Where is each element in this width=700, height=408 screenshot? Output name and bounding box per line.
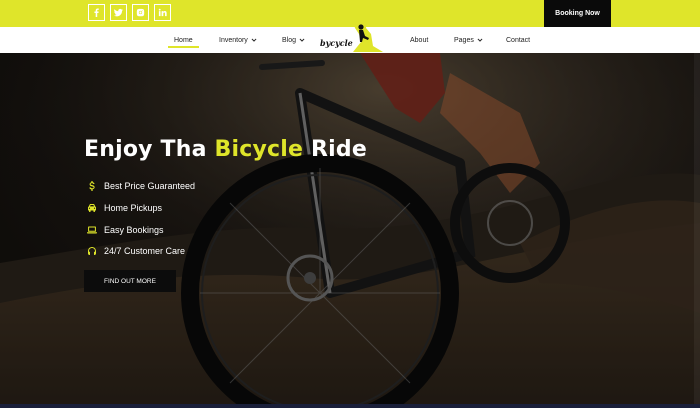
nav-home-label: Home	[174, 36, 193, 44]
nav-about-label: About	[410, 36, 429, 44]
feature-label: Home Pickups	[104, 203, 163, 213]
dollar-icon	[86, 180, 98, 192]
chevron-down-icon	[477, 38, 483, 42]
hero-title-start: Enjoy Tha	[84, 137, 215, 162]
hero-title: Enjoy Tha Bicycle Ride	[84, 137, 367, 162]
nav-contact-label: Contact	[506, 36, 531, 44]
nav-blog[interactable]: Blog	[282, 27, 305, 53]
instagram-icon	[136, 8, 145, 17]
car-icon	[86, 202, 98, 214]
booking-now-button[interactable]: Booking Now	[544, 0, 611, 27]
bottom-strip	[0, 404, 700, 408]
nav-about[interactable]: About	[410, 27, 428, 53]
laptop-icon	[86, 224, 98, 236]
page-scrollbar[interactable]	[694, 53, 700, 408]
headphones-icon	[86, 245, 98, 257]
find-out-more-button[interactable]: FIND OUT MORE	[84, 270, 176, 292]
nav-pages[interactable]: Pages	[454, 27, 483, 53]
nav-inventory[interactable]: Inventory	[219, 27, 257, 53]
feature-label: 24/7 Customer Care	[104, 246, 186, 256]
feature-item: Best Price Guaranteed	[86, 179, 195, 193]
logo-text: bycycle	[320, 38, 353, 48]
linkedin-link[interactable]	[154, 4, 171, 21]
nav-contact[interactable]: Contact	[506, 27, 530, 53]
chevron-down-icon	[251, 38, 257, 42]
hero-title-highlight: Bicycle	[214, 137, 304, 162]
nav-blog-label: Blog	[282, 36, 297, 44]
instagram-link[interactable]	[132, 4, 149, 21]
feature-item: 24/7 Customer Care	[86, 244, 185, 258]
feature-label: Easy Bookings	[104, 225, 164, 235]
hero-section: Enjoy Tha Bicycle Ride Best Price Guaran…	[0, 53, 700, 408]
hero-title-end: Ride	[303, 137, 367, 162]
nav-inventory-label: Inventory	[219, 36, 248, 44]
nav-pages-label: Pages	[454, 36, 474, 44]
twitter-link[interactable]	[110, 4, 127, 21]
feature-label: Best Price Guaranteed	[104, 181, 196, 191]
facebook-icon	[94, 8, 99, 17]
twitter-icon	[114, 8, 123, 17]
facebook-link[interactable]	[88, 4, 105, 21]
chevron-down-icon	[299, 38, 305, 42]
nav-home[interactable]: Home	[168, 27, 199, 53]
linkedin-icon	[158, 8, 167, 17]
feature-item: Home Pickups	[86, 201, 162, 215]
feature-item: Easy Bookings	[86, 223, 164, 237]
